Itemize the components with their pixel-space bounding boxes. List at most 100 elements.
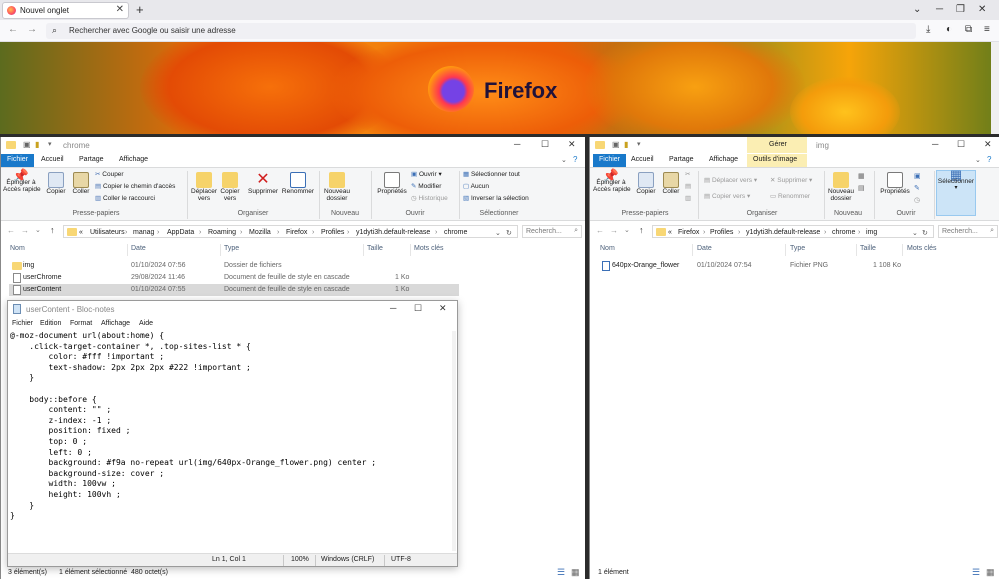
tab-partage[interactable]: Partage	[663, 154, 700, 167]
help-icon[interactable]: ?	[573, 155, 577, 164]
account-icon[interactable]: ◐	[946, 24, 952, 35]
history-icon[interactable]: ◷	[914, 196, 920, 204]
details-view-icon[interactable]: ☰	[557, 567, 565, 578]
breadcrumb-item[interactable]: Roaming	[208, 229, 236, 236]
breadcrumb-item[interactable]: AppData	[167, 229, 194, 236]
close-icon[interactable]: ✕	[439, 303, 447, 314]
tab-fichier[interactable]: Fichier	[593, 154, 627, 167]
column-separator[interactable]	[410, 244, 411, 256]
forward-icon[interactable]: →	[21, 226, 29, 235]
breadcrumb-item[interactable]: Profiles	[321, 229, 344, 236]
new-folder-qa-icon[interactable]: ▮	[35, 140, 39, 149]
copy-to-button[interactable]: Copier vers	[217, 172, 243, 202]
restore-icon[interactable]: ❐	[956, 4, 965, 15]
breadcrumb-item[interactable]: Mozilla	[249, 229, 271, 236]
column-separator[interactable]	[692, 244, 693, 256]
menu-fichier[interactable]: Fichier	[12, 320, 33, 327]
breadcrumb-item[interactable]: chrome	[444, 229, 467, 236]
forward-icon[interactable]: →	[27, 24, 37, 35]
close-tab-icon[interactable]: ✕	[116, 4, 124, 15]
copy-path-button[interactable]: ▤ Copier le chemin d'accès	[95, 183, 175, 190]
column-size[interactable]: Taille	[860, 245, 876, 252]
menu-format[interactable]: Format	[70, 320, 92, 327]
delete-button[interactable]: ✕ Supprimer	[245, 172, 281, 196]
breadcrumb-overflow[interactable]: «	[79, 229, 83, 236]
new-folder-button[interactable]: Nouveau dossier	[321, 172, 353, 202]
properties-button[interactable]: Propriétés	[375, 172, 409, 195]
breadcrumb-overflow[interactable]: «	[668, 229, 672, 236]
breadcrumb-item[interactable]: chrome	[832, 229, 855, 236]
column-separator[interactable]	[363, 244, 364, 256]
maximize-icon[interactable]: ☐	[957, 139, 965, 150]
column-size[interactable]: Taille	[367, 245, 383, 252]
minimize-icon[interactable]: ─	[936, 4, 943, 15]
extensions-icon[interactable]: ⧉	[965, 24, 972, 35]
column-name[interactable]: Nom	[10, 245, 25, 252]
paste-shortcut-button[interactable]: ▥ Coller le raccourci	[95, 195, 155, 202]
large-icons-view-icon[interactable]: ▦	[986, 567, 995, 578]
menu-aide[interactable]: Aide	[139, 320, 153, 327]
refresh-icon[interactable]: ↻	[922, 229, 928, 237]
paste-button[interactable]: Coller	[69, 172, 93, 195]
recent-locations-icon[interactable]: ⌄	[35, 226, 41, 234]
quick-access-toolbar-icon[interactable]: ▣	[23, 140, 31, 149]
breadcrumb-item[interactable]: img	[866, 229, 877, 236]
close-icon[interactable]: ✕	[984, 139, 992, 150]
page-scrollbar[interactable]	[991, 42, 999, 134]
delete-button[interactable]: ✕ Supprimer ▾	[770, 177, 812, 184]
column-tags[interactable]: Mots clés	[414, 245, 444, 252]
tab-new-tab[interactable]: Nouvel onglet ✕	[2, 2, 129, 19]
cut-button[interactable]: ✂	[685, 171, 690, 178]
details-view-icon[interactable]: ☰	[972, 567, 980, 578]
open-icon[interactable]: ▣	[914, 172, 921, 180]
tab-partage[interactable]: Partage	[73, 154, 110, 167]
move-to-button[interactable]: ▤ Déplacer vers ▾	[704, 177, 757, 184]
downloads-icon[interactable]: ⤓	[926, 24, 930, 35]
address-dropdown-icon[interactable]: ⌄	[912, 229, 918, 237]
close-window-icon[interactable]: ✕	[978, 4, 986, 15]
cut-button[interactable]: ✂ Couper	[95, 171, 124, 178]
close-icon[interactable]: ✕	[568, 139, 576, 150]
modify-icon[interactable]: ✎	[914, 184, 920, 192]
url-bar[interactable]: ⌕ Rechercher avec Google ou saisir une a…	[46, 23, 916, 39]
menu-edition[interactable]: Edition	[40, 320, 61, 327]
quick-access-toolbar-icon[interactable]: ▣	[612, 140, 620, 149]
history-button[interactable]: ◷ Historique	[411, 195, 448, 202]
column-separator[interactable]	[785, 244, 786, 256]
back-icon[interactable]: ←	[596, 226, 604, 235]
minimize-icon[interactable]: ─	[514, 139, 520, 149]
rename-button[interactable]: ▭ Renommer	[770, 193, 810, 200]
paste-shortcut-button[interactable]: ▥	[685, 195, 691, 202]
column-date[interactable]: Date	[697, 245, 712, 252]
column-separator[interactable]	[902, 244, 903, 256]
copy-to-button[interactable]: ▤ Copier vers ▾	[704, 193, 750, 200]
ribbon-collapse-icon[interactable]: ⌄	[975, 156, 981, 164]
paste-button[interactable]: Coller	[659, 172, 683, 195]
recent-locations-icon[interactable]: ⌄	[624, 226, 630, 234]
menu-affichage[interactable]: Affichage	[101, 320, 130, 327]
column-date[interactable]: Date	[131, 245, 146, 252]
refresh-icon[interactable]: ↻	[506, 229, 512, 237]
table-row-selected[interactable]: userContent 01/10/2024 07:55 Document de…	[9, 284, 459, 296]
new-item-icon[interactable]: ▦	[858, 172, 865, 180]
address-bar[interactable]: « Utilisateurs › manag › AppData › Roami…	[63, 225, 518, 238]
invert-selection-button[interactable]: ▧ Inverser la sélection	[463, 195, 529, 202]
column-name[interactable]: Nom	[600, 245, 615, 252]
address-dropdown-icon[interactable]: ⌄	[495, 229, 501, 237]
copy-path-button[interactable]: ▤	[685, 183, 691, 190]
maximize-icon[interactable]: ☐	[541, 139, 549, 150]
column-separator[interactable]	[127, 244, 128, 256]
back-icon[interactable]: ←	[7, 226, 15, 235]
open-button[interactable]: ▣ Ouvrir ▾	[411, 171, 442, 178]
rename-button[interactable]: Renommer	[281, 172, 315, 195]
large-icons-view-icon[interactable]: ▦	[571, 567, 580, 578]
properties-button[interactable]: Propriétés	[878, 172, 912, 195]
modify-button[interactable]: ✎ Modifier	[411, 183, 441, 190]
notepad-vertical-scrollbar[interactable]	[452, 331, 456, 551]
breadcrumb-item[interactable]: Firefox	[678, 229, 699, 236]
breadcrumb-item[interactable]: manag	[133, 229, 154, 236]
tab-outils-image[interactable]: Outils d'image	[747, 154, 807, 167]
firefox-list-tabs-icon[interactable]: ⌄	[913, 4, 921, 15]
table-row[interactable]: userChrome 29/08/2024 11:46 Document de …	[9, 272, 459, 284]
tab-affichage[interactable]: Affichage	[113, 154, 154, 167]
